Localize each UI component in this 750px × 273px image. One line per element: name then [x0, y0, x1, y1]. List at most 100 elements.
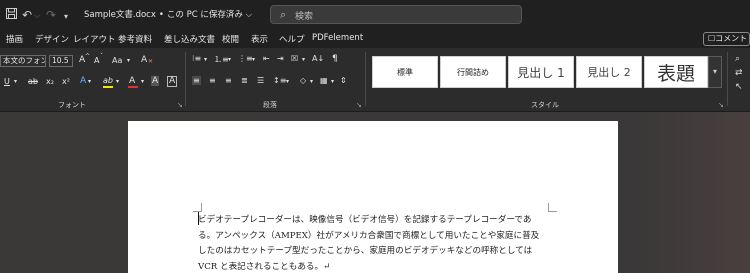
search-box[interactable]: ⌕ 検索 — [270, 5, 522, 24]
title-separator: • — [158, 10, 164, 20]
document-paragraph[interactable]: ビデオテープレコーダーは、映像信号（ビデオ信号）を記録するテープレコーダーであ … — [198, 213, 550, 273]
asian-layout-chevron-icon[interactable]: ▾ — [302, 56, 305, 63]
save-status: この PC に保存済み — [166, 10, 243, 20]
paragraph-line: る。アンペックス（AMPEX）社がアメリカ合衆国で商標として用いたことや家庭に普… — [198, 230, 540, 241]
search-icon: ⌕ — [280, 8, 287, 21]
highlight-color-swatch — [103, 86, 113, 88]
shading-button[interactable]: ◇ — [300, 76, 306, 85]
multilevel-list-button[interactable]: ⋮≡ — [238, 54, 253, 63]
subscript-button[interactable]: x₂ — [46, 77, 54, 86]
numbering-chevron-icon[interactable]: ▾ — [228, 56, 231, 63]
font-color-button[interactable]: A — [129, 76, 135, 86]
style-title[interactable]: 表題 — [644, 56, 708, 88]
strikethrough-button[interactable]: ab — [28, 77, 38, 86]
ribbon: 本文のフォント 10.5 A ^ A ˇ Aa ▾ A ✕ U ▾ ab x₂ … — [0, 48, 750, 112]
ribbon-separator — [727, 52, 728, 106]
tab-help[interactable]: ヘルプ — [279, 33, 305, 45]
tab-view[interactable]: 表示 — [251, 33, 268, 45]
paragraph-spacing-button[interactable]: ⇕ — [340, 76, 347, 85]
highlight-button[interactable]: ab — [103, 76, 113, 85]
paragraph-dialog-launcher-icon[interactable]: ↘ — [356, 101, 362, 109]
replace-icon[interactable]: ⇄ — [735, 66, 743, 80]
tab-references[interactable]: 参考資料 — [118, 33, 152, 45]
styles-more-button[interactable]: ▾ — [708, 56, 722, 88]
select-icon[interactable]: ↖ — [735, 80, 743, 94]
find-icon[interactable]: ⌕ — [735, 52, 743, 66]
shrink-font-icon: ˇ — [100, 53, 103, 60]
align-right-button[interactable]: ≡ — [225, 76, 232, 85]
justify-button[interactable]: ≣ — [241, 76, 248, 85]
character-shading-button[interactable]: A — [151, 76, 160, 86]
shrink-font-button[interactable]: A — [94, 56, 99, 65]
tab-draw[interactable]: 描画 — [6, 33, 23, 45]
save-icon[interactable] — [6, 7, 17, 23]
change-case-button[interactable]: Aa — [112, 56, 122, 65]
text-effects-button[interactable]: A — [80, 76, 86, 86]
style-no-spacing[interactable]: 行間詰め — [440, 56, 506, 88]
align-center-button[interactable]: ≡ — [209, 76, 216, 85]
line-spacing-button[interactable]: ↕≡ — [273, 76, 286, 85]
ribbon-separator — [365, 52, 366, 106]
styles-group-label: スタイル — [531, 101, 559, 109]
borders-button[interactable]: ▦ — [320, 76, 328, 85]
font-name-select[interactable]: 本文のフォント — [0, 55, 46, 67]
tab-pdfelement[interactable]: PDFelement — [312, 33, 363, 43]
highlight-chevron-icon[interactable]: ▾ — [116, 78, 119, 85]
ribbon-separator — [185, 52, 186, 106]
word-window: ↶ ⌵ ↷ ▾ Sample文書.docx • この PC に保存済み ⌵ ⌕ 検索… — [0, 0, 750, 273]
distributed-button[interactable]: ☰ — [257, 76, 264, 85]
paragraph-group-label: 段落 — [263, 101, 277, 109]
bullets-button[interactable]: ⁝≡ — [192, 54, 201, 63]
bullets-chevron-icon[interactable]: ▾ — [204, 56, 207, 63]
decrease-indent-button[interactable]: ⇤ — [263, 54, 270, 63]
paragraph-line: ビデオテープレコーダーは、映像信号（ビデオ信号）を記録するテープレコーダーであ — [198, 215, 532, 225]
styles-gallery: 標準 行間詰め 見出し 1 見出し 2 表題 — [372, 56, 708, 88]
tab-mailings[interactable]: 差し込み文書 — [164, 33, 215, 45]
increase-indent-button[interactable]: ⇥ — [277, 54, 284, 63]
margin-mark-top-left — [193, 203, 202, 212]
font-dialog-launcher-icon[interactable]: ↘ — [177, 101, 183, 109]
line-spacing-chevron-icon[interactable]: ▾ — [286, 78, 289, 85]
font-group-label: フォント — [58, 101, 86, 109]
clear-formatting-icon: ✕ — [148, 58, 154, 65]
editing-group: ⌕ ⇄ ↖ — [735, 52, 743, 94]
paragraph-line: VCR と表記されることもある。↵ — [198, 261, 331, 272]
numbering-button[interactable]: ⒈≡ — [214, 54, 229, 65]
tab-review[interactable]: 校閲 — [222, 33, 239, 45]
superscript-button[interactable]: x² — [62, 77, 70, 86]
search-placeholder: 検索 — [295, 12, 314, 22]
styles-dialog-launcher-icon[interactable]: ↘ — [718, 101, 724, 109]
grow-font-icon: ^ — [85, 53, 91, 60]
undo-dropdown-icon[interactable]: ⌵ — [34, 8, 40, 24]
show-marks-button[interactable]: ¶ — [332, 54, 338, 64]
document-name: Sample文書.docx — [84, 10, 156, 20]
sort-button[interactable]: A↓ — [312, 54, 324, 63]
undo-icon[interactable]: ↶ — [22, 7, 32, 23]
shading-chevron-icon[interactable]: ▾ — [310, 78, 313, 85]
font-size-select[interactable]: 10.5 — [49, 55, 73, 67]
document-page[interactable]: ビデオテープレコーダーは、映像信号（ビデオ信号）を記録するテープレコーダーであ … — [128, 121, 618, 273]
font-color-chevron-icon[interactable]: ▾ — [141, 78, 144, 85]
ribbon-tabs: 描画 デザイン レイアウト 参考資料 差し込み文書 校閲 表示 ヘルプ PDFe… — [0, 30, 750, 48]
character-border-button[interactable]: A — [167, 76, 178, 87]
style-heading-1[interactable]: 見出し 1 — [508, 56, 574, 88]
underline-button[interactable]: U — [4, 77, 10, 86]
underline-chevron-icon[interactable]: ▾ — [14, 78, 17, 85]
tab-design[interactable]: デザイン — [35, 33, 69, 45]
multilevel-chevron-icon[interactable]: ▾ — [252, 56, 255, 63]
customize-quick-access-icon[interactable]: ▾ — [64, 9, 68, 25]
clear-formatting-button[interactable]: A — [141, 55, 147, 65]
align-left-button[interactable]: ≡ — [192, 76, 201, 85]
document-title[interactable]: Sample文書.docx • この PC に保存済み ⌵ — [84, 8, 252, 20]
style-standard[interactable]: 標準 — [372, 56, 438, 88]
change-case-chevron-icon[interactable]: ▾ — [127, 57, 130, 64]
comment-button[interactable]: ☐コメント — [703, 32, 750, 46]
tab-layout[interactable]: レイアウト — [73, 33, 116, 45]
text-effects-chevron-icon[interactable]: ▾ — [88, 78, 91, 85]
comment-label: コメント — [715, 34, 748, 43]
document-canvas[interactable]: ビデオテープレコーダーは、映像信号（ビデオ信号）を記録するテープレコーダーであ … — [0, 112, 750, 273]
style-heading-2[interactable]: 見出し 2 — [576, 56, 642, 88]
borders-chevron-icon[interactable]: ▾ — [331, 78, 334, 85]
redo-icon[interactable]: ↷ — [46, 7, 56, 23]
asian-layout-button[interactable]: ☒ — [291, 54, 298, 63]
